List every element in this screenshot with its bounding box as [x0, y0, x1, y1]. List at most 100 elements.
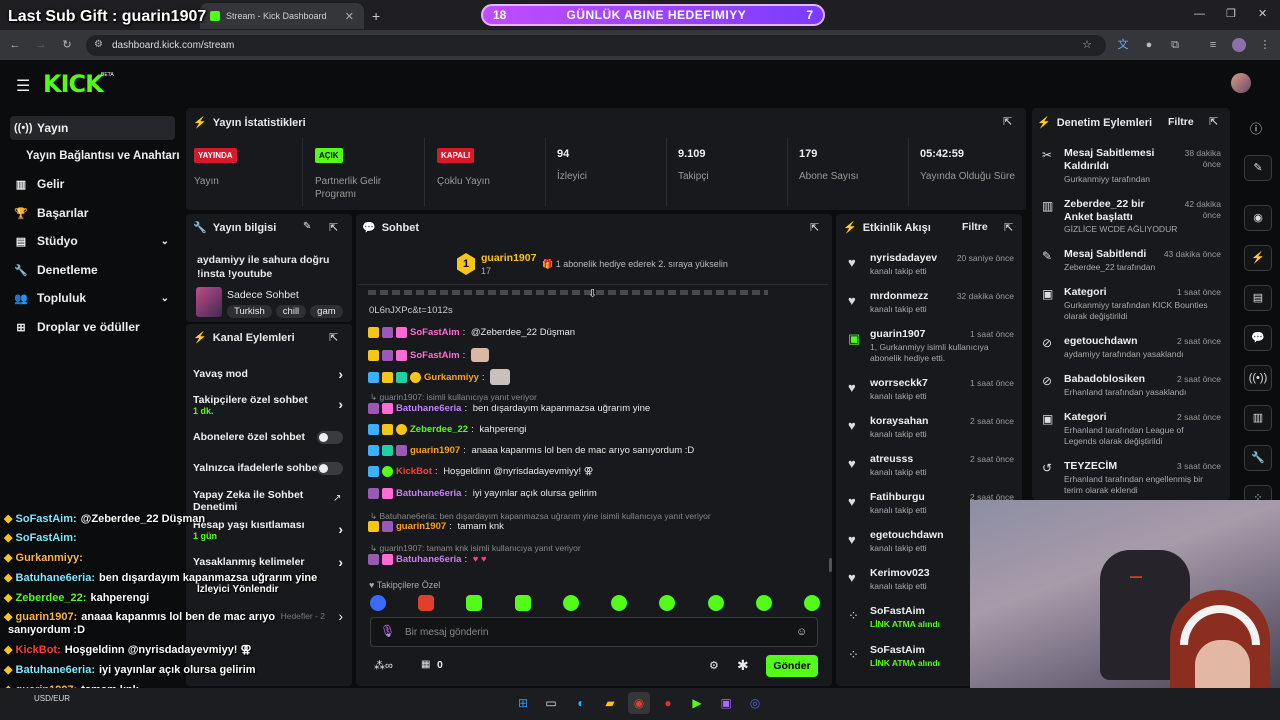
extension-icon[interactable]: ●: [1142, 38, 1156, 52]
microphone-icon[interactable]: 🎙: [380, 624, 395, 638]
emote-icon[interactable]: [418, 595, 435, 611]
tag[interactable]: Turkish: [227, 305, 272, 318]
sidebar-item-basarilar[interactable]: 🏆 Başarılar: [10, 201, 175, 225]
popout-icon[interactable]: ⇱: [329, 221, 338, 234]
chat-username[interactable]: guarin1907: [410, 445, 460, 456]
rail-lightning-icon[interactable]: ⚡: [1244, 245, 1272, 271]
close-icon[interactable]: ✕: [345, 10, 354, 23]
activity-user[interactable]: SoFastAim: [870, 605, 925, 617]
site-info-icon[interactable]: ⚙: [94, 39, 103, 50]
activity-user[interactable]: egetouchdawn: [870, 529, 944, 541]
activity-filter-button[interactable]: Filtre: [962, 221, 988, 233]
activity-user[interactable]: guarin1907: [870, 328, 925, 340]
puzzle-icon[interactable]: ⧉: [1168, 38, 1182, 52]
send-button[interactable]: Gönder: [766, 655, 818, 677]
chat-username[interactable]: SoFastAim: [410, 350, 460, 361]
chat-username[interactable]: guarin1907: [396, 521, 446, 532]
playlist-icon[interactable]: ≡: [1206, 38, 1220, 52]
popout-icon[interactable]: ⇱: [1003, 115, 1012, 128]
gift-box-icon[interactable]: ▦: [421, 659, 430, 670]
rail-camera-icon[interactable]: ◉: [1244, 205, 1272, 231]
popout-icon[interactable]: ⇱: [810, 221, 819, 234]
emote-icon[interactable]: [707, 595, 724, 611]
popout-icon[interactable]: ⇱: [329, 331, 338, 344]
windows-start-icon[interactable]: ⊞: [512, 692, 534, 714]
scroll-down-icon[interactable]: ⇩: [588, 287, 597, 300]
new-tab-icon[interactable]: +: [372, 8, 380, 24]
external-link-icon[interactable]: ↗: [333, 493, 341, 504]
activity-user[interactable]: SoFastAim: [870, 644, 925, 656]
chrome-icon[interactable]: ◉: [628, 692, 650, 714]
ai-moderation-item[interactable]: Yapay Zeka ile Sohbet Denetimi: [193, 489, 333, 513]
translate-icon[interactable]: 文: [1116, 38, 1130, 52]
rail-stats-icon[interactable]: ▥: [1244, 405, 1272, 431]
chat-settings-icon[interactable]: ⚙: [709, 659, 719, 672]
clipped-message-link[interactable]: 0L6nJXPc&t=1012s: [369, 305, 453, 316]
emote-icon[interactable]: [611, 595, 628, 611]
slow-mode-item[interactable]: Yavaş mod ›: [193, 366, 347, 382]
chat-username[interactable]: Batuhane6eria: [396, 488, 461, 499]
chat-username[interactable]: Batuhane6eria: [396, 403, 461, 414]
rail-list-icon[interactable]: ▤: [1244, 285, 1272, 311]
activity-user[interactable]: nyrisdadayev: [870, 252, 937, 264]
task-view-icon[interactable]: ▭: [540, 692, 562, 714]
sidebar-item-yayin[interactable]: ((•)) Yayın: [10, 116, 175, 140]
profile-avatar-icon[interactable]: [1232, 38, 1246, 52]
popout-icon[interactable]: ⇱: [1209, 115, 1218, 128]
chat-username[interactable]: Gurkanmiyy: [424, 372, 479, 383]
file-explorer-icon[interactable]: ▰: [599, 692, 621, 714]
forward-icon[interactable]: →: [34, 38, 48, 52]
chat-username[interactable]: KickBot: [396, 466, 432, 477]
emote-icon[interactable]: [755, 595, 772, 611]
emotes-only-toggle[interactable]: [317, 462, 343, 475]
chat-username[interactable]: Batuhane6eria: [396, 554, 461, 565]
tag[interactable]: gam: [310, 305, 343, 318]
obs-icon[interactable]: ▣: [715, 692, 737, 714]
bookmark-star-icon[interactable]: ☆: [1080, 38, 1094, 52]
user-avatar[interactable]: [1231, 73, 1251, 93]
emote-icon[interactable]: [803, 595, 820, 611]
chat-scrollbar[interactable]: [829, 558, 832, 572]
emote-icon[interactable]: [562, 595, 579, 611]
activity-user[interactable]: atreusss: [870, 453, 913, 465]
edit-pencil-icon[interactable]: ✎: [303, 221, 311, 232]
sidebar-item-topluluk[interactable]: 👥 Topluluk ⌄: [10, 286, 175, 310]
chat-username[interactable]: SoFastAim: [410, 327, 460, 338]
activity-user[interactable]: Kerimov023: [870, 567, 930, 579]
activity-user[interactable]: Fatihburgu: [870, 491, 925, 503]
activity-user[interactable]: worrseckk7: [870, 377, 928, 389]
browser-tab-active[interactable]: Stream - Kick Dashboard ✕: [200, 3, 364, 29]
subscribers-only-item[interactable]: Abonelere özel sohbet: [193, 431, 347, 444]
rail-chat-icon[interactable]: 💬: [1244, 325, 1272, 351]
emote-icon[interactable]: [370, 595, 386, 611]
minimize-icon[interactable]: —: [1194, 8, 1205, 20]
back-icon[interactable]: ←: [8, 38, 22, 52]
popout-icon[interactable]: ⇱: [1004, 221, 1013, 234]
followers-only-item[interactable]: Takipçilere özel sohbet 1 dk. ›: [193, 394, 347, 416]
sidebar-item-gelir[interactable]: ▥ Gelir: [10, 172, 175, 196]
close-window-icon[interactable]: ✕: [1258, 7, 1267, 20]
emote-icon[interactable]: [514, 595, 531, 611]
rail-edit-icon[interactable]: ✎: [1244, 155, 1272, 181]
chat-username[interactable]: Zeberdee_22: [410, 424, 468, 435]
reload-icon[interactable]: ↻: [60, 38, 74, 52]
sidebar-item-stream-key[interactable]: Yayın Bağlantısı ve Anahtarı: [22, 144, 182, 168]
rail-wrench-icon[interactable]: 🔧: [1244, 445, 1272, 471]
emote-icon[interactable]: [659, 595, 676, 611]
sidebar-item-denetleme[interactable]: 🔧 Denetleme: [10, 258, 175, 282]
emote-icon[interactable]: [466, 595, 483, 611]
top-gifter-name[interactable]: guarin1907: [481, 252, 536, 264]
emotes-only-item[interactable]: Yalnızca ifadelerle sohbet: [193, 462, 347, 475]
kick-logo[interactable]: KICK: [43, 70, 104, 98]
banned-words-item[interactable]: Yasaklanmış kelimeler ›: [193, 554, 347, 570]
subscribers-only-toggle[interactable]: [317, 431, 343, 444]
info-icon[interactable]: ⓘ: [1250, 120, 1262, 137]
hamburger-menu-icon[interactable]: ☰: [16, 76, 30, 96]
url-input[interactable]: dashboard.kick.com/stream: [86, 35, 1106, 56]
moderation-filter-button[interactable]: Filtre: [1168, 116, 1194, 128]
discord-icon[interactable]: ◎: [744, 692, 766, 714]
puzzle-pieces-icon[interactable]: ✱: [737, 657, 749, 674]
menu-dots-icon[interactable]: ⋮: [1258, 38, 1272, 52]
channel-points-icon[interactable]: ⁂∞: [374, 659, 393, 672]
activity-user[interactable]: mrdonmezz: [870, 290, 928, 302]
